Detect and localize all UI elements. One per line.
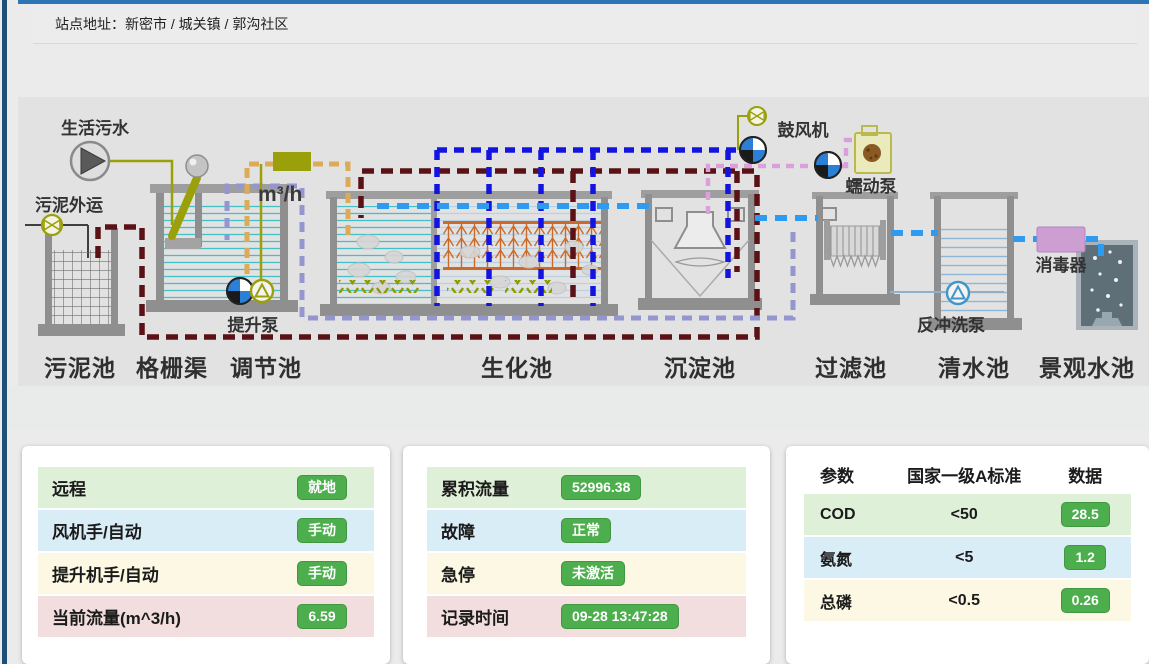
air-diffusers bbox=[339, 280, 421, 293]
filter-tank-label: 过滤池 bbox=[815, 355, 887, 381]
row-label: 风机手/自动 bbox=[38, 518, 270, 543]
table-row: 累积流量 52996.38 bbox=[427, 467, 746, 508]
disinfector-label: 消毒器 bbox=[1036, 255, 1088, 275]
sewage-pump-icon bbox=[71, 142, 109, 180]
status-badge: 6.59 bbox=[297, 604, 346, 629]
lift-pump-icon bbox=[251, 280, 273, 302]
parameter-name: 氨氮 bbox=[804, 546, 889, 570]
sludge-transport-label: 污泥外运 bbox=[35, 195, 103, 215]
row-label: 累积流量 bbox=[427, 475, 561, 500]
breadcrumb: 站点地址：新密市 / 城关镇 / 郭沟社区 bbox=[55, 14, 288, 34]
table-row: 当前流量(m^3/h) 6.59 bbox=[38, 596, 374, 637]
status-badge: 52996.38 bbox=[561, 475, 641, 500]
status-badge: 09-28 13:47:28 bbox=[561, 604, 679, 629]
site-header: 站点地址：新密市 / 城关镇 / 郭沟社区 bbox=[33, 4, 1137, 44]
status-badge: 手动 bbox=[297, 561, 347, 586]
quality-header-row: 参数 国家一级A标准 数据 bbox=[804, 456, 1131, 492]
lift-fan-icon bbox=[227, 278, 253, 304]
water-quality-panel: 参数 国家一级A标准 数据 COD <50 28.5 氨氮 <5 1.2 总磷 … bbox=[786, 446, 1149, 664]
table-row: 故障 正常 bbox=[427, 510, 746, 551]
sludge-tank-label: 污泥池 bbox=[44, 355, 116, 381]
parameter-standard: <0.5 bbox=[889, 592, 1039, 610]
table-row: 记录时间 09-28 13:47:28 bbox=[427, 596, 746, 637]
domestic-sewage-label: 生活污水 bbox=[61, 118, 130, 138]
disinfector-icon bbox=[1037, 227, 1085, 252]
table-row: 总磷 <0.5 0.26 bbox=[804, 580, 1131, 621]
value-badge: 0.26 bbox=[1061, 588, 1110, 613]
value-badge: 28.5 bbox=[1061, 502, 1110, 527]
backwash-pump-label: 反冲洗泵 bbox=[917, 315, 985, 335]
clean-water-tank-label: 清水池 bbox=[938, 355, 1010, 381]
row-label: 远程 bbox=[38, 475, 270, 500]
parameter-standard: <5 bbox=[889, 549, 1039, 567]
dosing-fan-icon bbox=[815, 152, 841, 178]
regulating-tank-label: 调节池 bbox=[230, 355, 302, 381]
peristaltic-pump-label: 蠕动泵 bbox=[846, 177, 897, 196]
flow-meter-icon bbox=[273, 152, 311, 171]
column-header: 数据 bbox=[1039, 462, 1131, 487]
status-badge: 手动 bbox=[297, 518, 347, 543]
flow-unit-label: m³/h bbox=[258, 183, 302, 206]
lift-pump-label: 提升泵 bbox=[228, 316, 279, 335]
landscape-pond-label: 景观水池 bbox=[1039, 355, 1135, 381]
table-row: 风机手/自动 手动 bbox=[38, 510, 374, 551]
row-label: 当前流量(m^3/h) bbox=[38, 604, 270, 629]
status-badge: 未激活 bbox=[561, 561, 625, 586]
table-row: 提升机手/自动 手动 bbox=[38, 553, 374, 594]
blower-valve-icon bbox=[748, 107, 766, 125]
value-badge: 1.2 bbox=[1064, 545, 1105, 570]
control-panel: 远程 就地 风机手/自动 手动 提升机手/自动 手动 当前流量(m^3/h) 6… bbox=[22, 446, 390, 664]
status-badge: 就地 bbox=[297, 475, 347, 500]
status-panel: 累积流量 52996.38 故障 正常 急停 未激活 记录时间 09-28 13… bbox=[403, 446, 770, 664]
blower-fan-icon bbox=[740, 137, 766, 163]
parameter-name: COD bbox=[804, 506, 889, 524]
sludge-valve-icon bbox=[42, 215, 62, 235]
row-label: 故障 bbox=[427, 518, 561, 543]
sedimentation-tank-label: 沉淀池 bbox=[664, 355, 736, 381]
table-row: 急停 未激活 bbox=[427, 553, 746, 594]
grille-channel-label: 格栅渠 bbox=[136, 355, 208, 381]
bio-tank-label: 生化池 bbox=[481, 355, 553, 381]
blower-label: 鼓风机 bbox=[778, 120, 829, 140]
row-label: 急停 bbox=[427, 561, 561, 586]
parameter-standard: <50 bbox=[889, 506, 1039, 524]
table-row: COD <50 28.5 bbox=[804, 494, 1131, 535]
table-row: 氨氮 <5 1.2 bbox=[804, 537, 1131, 578]
parameter-name: 总磷 bbox=[804, 589, 889, 613]
diagram-footer-band bbox=[7, 386, 1149, 430]
landscape-pond bbox=[1076, 240, 1138, 330]
column-header: 国家一级A标准 bbox=[889, 462, 1039, 487]
filter-media bbox=[830, 226, 880, 256]
row-label: 提升机手/自动 bbox=[38, 561, 270, 586]
status-badge: 正常 bbox=[561, 518, 611, 543]
table-row: 远程 就地 bbox=[38, 467, 374, 508]
column-header: 参数 bbox=[804, 462, 889, 487]
backwash-pump-icon bbox=[947, 282, 969, 304]
process-diagram: 生活污水 污泥外运 m³/h 提升泵 鼓风机 蠕动泵 反冲洗泵 消毒器 污泥池 … bbox=[0, 97, 1149, 430]
dosing-jar-icon bbox=[855, 126, 891, 173]
row-label: 记录时间 bbox=[427, 604, 561, 629]
